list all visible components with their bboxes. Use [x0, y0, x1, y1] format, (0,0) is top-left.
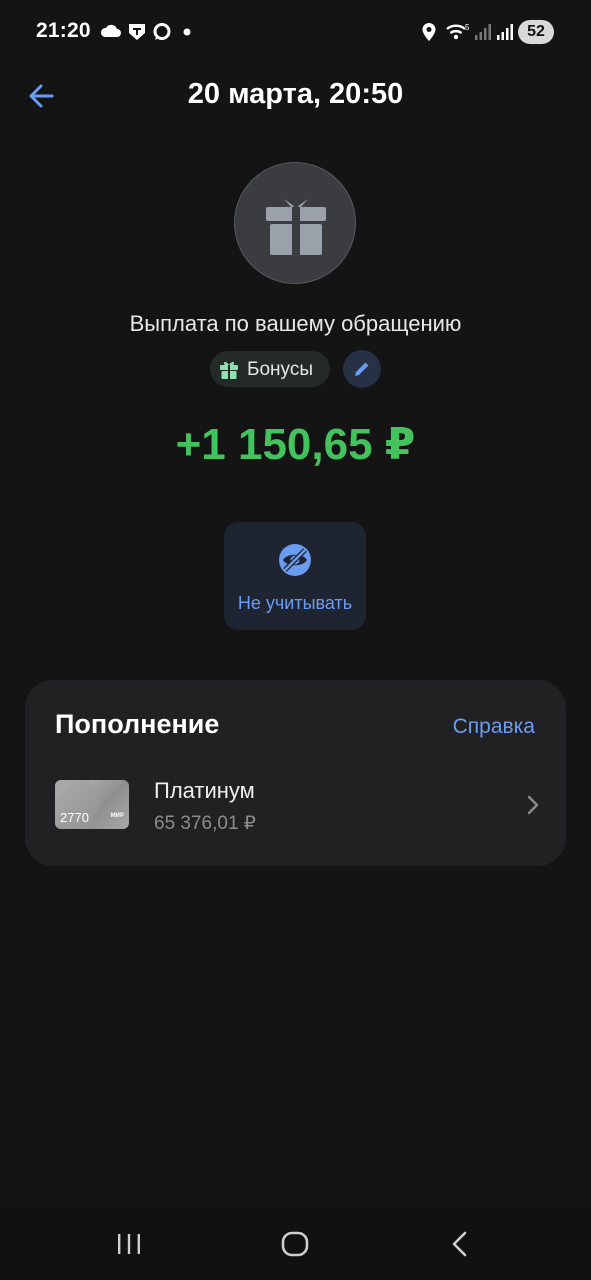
chat-bubble-icon	[153, 23, 171, 40]
back-icon	[452, 1231, 467, 1257]
gift-icon	[266, 199, 326, 255]
edit-category-button[interactable]	[343, 350, 381, 388]
location-icon	[422, 23, 436, 41]
recent-apps-button[interactable]	[112, 1226, 146, 1267]
t-bank-icon	[129, 24, 145, 40]
home-icon	[281, 1231, 309, 1257]
system-nav-bar	[0, 1208, 591, 1280]
card-thumbnail: 2770 МИР	[55, 780, 129, 829]
operation-amount: +1 150,65 ₽	[175, 420, 416, 469]
status-time: 21:20	[36, 19, 91, 42]
card-brand: МИР	[110, 813, 124, 819]
account-balance: 65 376,01 ₽	[154, 813, 256, 834]
cloud-icon	[100, 24, 121, 37]
operation-description: Выплата по вашему обращению	[129, 311, 462, 336]
account-row[interactable]: 2770 МИР Платинум 65 376,01 ₽	[25, 766, 566, 846]
nav-back-button[interactable]	[444, 1226, 478, 1267]
notification-dot	[183, 28, 191, 36]
exclude-label: Не учитывать	[237, 593, 353, 613]
help-link[interactable]: Справка	[453, 715, 535, 739]
chevron-right-icon	[527, 795, 539, 815]
eye-off-icon	[279, 544, 311, 576]
recent-apps-icon	[118, 1234, 140, 1254]
home-button[interactable]	[277, 1226, 313, 1267]
svg-text:5: 5	[465, 23, 470, 32]
replenishment-panel: Пополнение Справка 2770 МИР Платинум 65 …	[25, 680, 566, 866]
wifi-icon: 5	[446, 23, 470, 40]
gift-icon	[220, 361, 238, 379]
account-name: Платинум	[154, 778, 255, 803]
card-number: 2770	[60, 810, 89, 825]
signal-icon	[475, 24, 491, 40]
page-title: 20 марта, 20:50	[187, 78, 404, 110]
panel-title: Пополнение	[55, 709, 220, 739]
header: 20 марта, 20:50	[0, 64, 591, 126]
battery-indicator: 52	[518, 20, 554, 44]
operation-icon	[234, 162, 356, 284]
category-chip[interactable]: Бонусы	[210, 351, 330, 387]
signal-icon	[497, 24, 513, 40]
exclude-from-analytics-button[interactable]: Не учитывать	[224, 522, 366, 630]
status-bar: 21:20 5 52	[0, 0, 591, 64]
category-label: Бонусы	[247, 359, 313, 380]
pencil-icon	[355, 362, 369, 376]
